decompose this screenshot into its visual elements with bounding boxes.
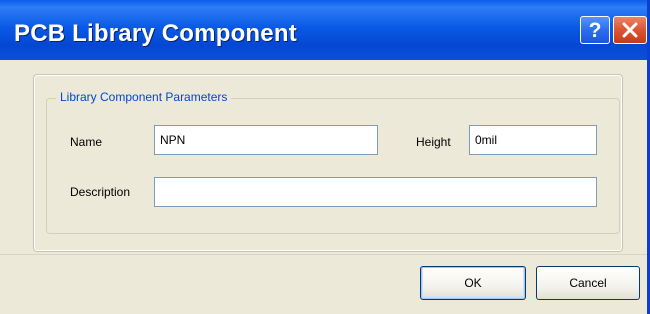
close-button[interactable] (613, 16, 647, 44)
groupbox-label: Library Component Parameters (56, 90, 232, 104)
description-label: Description (70, 185, 131, 199)
title-bar[interactable]: PCB Library Component ? (0, 0, 647, 60)
cancel-button-label: Cancel (569, 276, 607, 290)
height-label: Height (416, 135, 451, 149)
name-field[interactable] (154, 125, 378, 155)
height-field[interactable] (469, 125, 597, 155)
name-label: Name (70, 135, 103, 149)
ok-button[interactable]: OK (420, 266, 526, 300)
ok-button-label: OK (464, 276, 482, 290)
description-field[interactable] (154, 177, 597, 207)
window-title: PCB Library Component (14, 20, 297, 47)
help-button[interactable]: ? (580, 16, 610, 44)
footer-separator (0, 254, 647, 255)
help-icon: ? (588, 18, 602, 42)
dialog-window: PCB Library Component ? Library Componen… (0, 0, 650, 314)
close-icon (622, 22, 638, 38)
parameters-groupbox (46, 98, 620, 234)
cancel-button[interactable]: Cancel (536, 266, 640, 300)
